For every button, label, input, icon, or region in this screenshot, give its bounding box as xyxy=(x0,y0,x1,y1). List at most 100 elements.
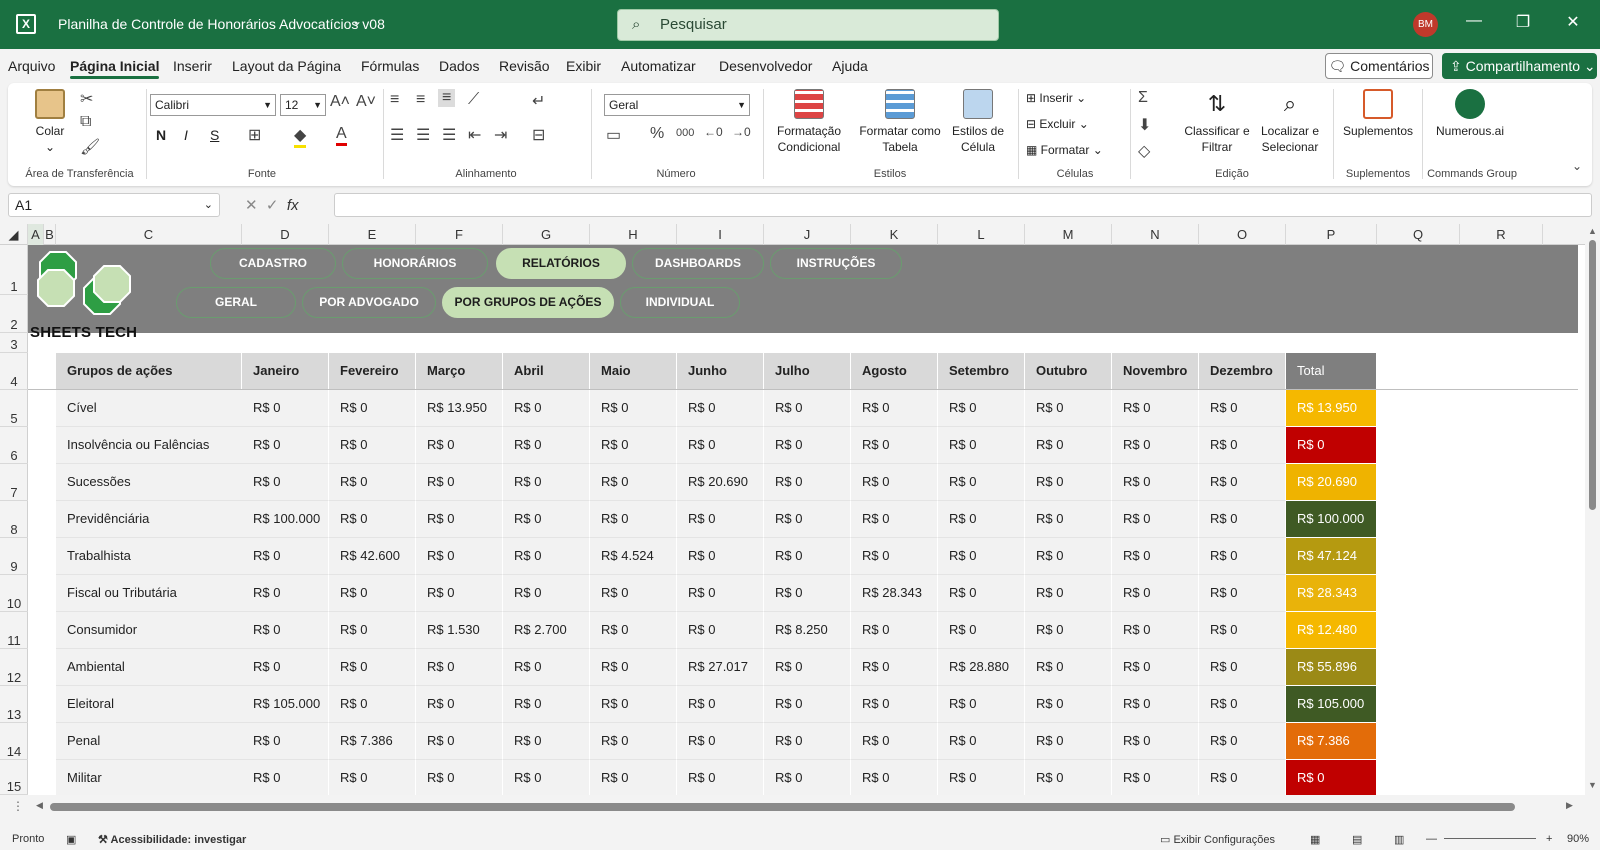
month-value-cell[interactable]: R$ 0 xyxy=(1199,501,1286,538)
month-value-cell[interactable]: R$ 0 xyxy=(590,760,677,795)
month-value-cell[interactable]: R$ 0 xyxy=(1112,686,1199,723)
month-value-cell[interactable]: R$ 0 xyxy=(764,649,851,686)
bold-button[interactable]: N xyxy=(156,127,166,143)
month-value-cell[interactable]: R$ 0 xyxy=(329,427,416,464)
month-value-cell[interactable]: R$ 0 xyxy=(1112,723,1199,760)
month-value-cell[interactable]: R$ 0 xyxy=(1112,760,1199,795)
zoom-level[interactable]: 90% xyxy=(1567,833,1589,845)
grow-font-icon[interactable]: A˄ xyxy=(330,93,350,111)
fill-icon[interactable]: ⬇ xyxy=(1138,115,1151,135)
comments-button[interactable]: 🗨 Comentários xyxy=(1325,53,1433,79)
month-value-cell[interactable]: R$ 0 xyxy=(938,612,1025,649)
avatar[interactable]: BM xyxy=(1413,12,1438,37)
group-cell[interactable]: Militar xyxy=(56,760,242,795)
excel-icon[interactable]: X xyxy=(16,14,36,34)
month-value-cell[interactable]: R$ 0 xyxy=(329,390,416,427)
total-cell[interactable]: R$ 28.343 xyxy=(1286,575,1376,612)
horizontal-scroll-thumb[interactable] xyxy=(50,803,1515,811)
merge-center-icon[interactable]: ⊟ xyxy=(532,125,545,145)
month-value-cell[interactable]: R$ 0 xyxy=(329,464,416,501)
search-box[interactable]: ⌕ Pesquisar xyxy=(617,9,999,41)
sort-filter-button[interactable]: ⇅ Classificar e Filtrar xyxy=(1184,89,1250,155)
month-value-cell[interactable]: R$ 0 xyxy=(242,464,329,501)
month-value-cell[interactable]: R$ 0 xyxy=(329,686,416,723)
col-header-m[interactable]: M xyxy=(1025,224,1112,245)
col-header-l[interactable]: L xyxy=(938,224,1025,245)
month-value-cell[interactable]: R$ 0 xyxy=(242,649,329,686)
scroll-right-icon[interactable]: ▶ xyxy=(1566,800,1573,811)
month-value-cell[interactable]: R$ 0 xyxy=(851,612,938,649)
more-icon[interactable]: ⋮ xyxy=(12,799,24,813)
month-value-cell[interactable]: R$ 28.880 xyxy=(938,649,1025,686)
row-header-2[interactable]: 2 xyxy=(0,295,28,333)
month-value-cell[interactable]: R$ 0 xyxy=(1199,464,1286,501)
month-value-cell[interactable]: R$ 0 xyxy=(1025,575,1112,612)
row-header-12[interactable]: 12 xyxy=(0,649,28,686)
restore-button[interactable]: ❐ xyxy=(1511,12,1535,32)
month-value-cell[interactable]: R$ 0 xyxy=(1025,612,1112,649)
month-value-cell[interactable]: R$ 0 xyxy=(1025,723,1112,760)
month-value-cell[interactable]: R$ 0 xyxy=(416,686,503,723)
total-cell[interactable]: R$ 12.480 xyxy=(1286,612,1376,649)
month-value-cell[interactable]: R$ 0 xyxy=(851,427,938,464)
month-value-cell[interactable]: R$ 0 xyxy=(851,464,938,501)
select-all[interactable]: ◢ xyxy=(0,224,28,245)
wrap-text-icon[interactable]: ↵ xyxy=(532,91,545,111)
month-value-cell[interactable]: R$ 0 xyxy=(416,501,503,538)
month-value-cell[interactable]: R$ 0 xyxy=(416,427,503,464)
menu-dados[interactable]: Dados xyxy=(439,58,479,74)
month-value-cell[interactable]: R$ 0 xyxy=(590,612,677,649)
month-value-cell[interactable]: R$ 0 xyxy=(764,390,851,427)
month-value-cell[interactable]: R$ 0 xyxy=(416,464,503,501)
shrink-font-icon[interactable]: A˅ xyxy=(356,93,376,111)
month-value-cell[interactable]: R$ 0 xyxy=(329,575,416,612)
month-value-cell[interactable]: R$ 0 xyxy=(851,538,938,575)
month-value-cell[interactable]: R$ 0 xyxy=(938,427,1025,464)
row-header-7[interactable]: 7 xyxy=(0,464,28,501)
header-group[interactable]: Grupos de ações xyxy=(56,353,241,389)
menu-automatizar[interactable]: Automatizar xyxy=(621,58,696,74)
col-header-q[interactable]: Q xyxy=(1377,224,1460,245)
insert-cells-button[interactable]: ⊞ Inserir ⌄ xyxy=(1026,91,1086,105)
align-bottom-icon[interactable]: ≡ xyxy=(438,89,456,107)
page-break-icon[interactable]: ▥ xyxy=(1394,833,1404,846)
month-value-cell[interactable]: R$ 0 xyxy=(1025,427,1112,464)
month-value-cell[interactable]: R$ 0 xyxy=(764,464,851,501)
row-header-4[interactable]: 4 xyxy=(0,353,28,390)
month-value-cell[interactable]: R$ 0 xyxy=(1112,575,1199,612)
zoom-out-icon[interactable]: — xyxy=(1426,833,1437,845)
month-value-cell[interactable]: R$ 0 xyxy=(1199,686,1286,723)
name-box[interactable]: A1 ⌄ xyxy=(8,193,220,217)
month-value-cell[interactable]: R$ 27.017 xyxy=(677,649,764,686)
horizontal-scrollbar[interactable]: ⋮ ◀ ▶ xyxy=(0,795,1600,817)
col-header-h[interactable]: H xyxy=(590,224,677,245)
orientation-icon[interactable]: ⟋ xyxy=(468,91,479,109)
align-top-icon[interactable]: ≡ xyxy=(390,91,399,109)
col-header-o[interactable]: O xyxy=(1199,224,1286,245)
italic-button[interactable]: I xyxy=(184,127,188,143)
nav-dashboards[interactable]: DASHBOARDS xyxy=(632,248,764,279)
nav-cadastro[interactable]: CADASTRO xyxy=(210,248,336,279)
group-cell[interactable]: Fiscal ou Tributária xyxy=(56,575,242,612)
number-format-select[interactable]: Geral ▼ xyxy=(604,94,750,116)
numerous-ai-button[interactable]: Numerous.ai xyxy=(1428,89,1512,139)
document-title[interactable]: Planilha de Controle de Honorários Advoc… xyxy=(58,16,385,32)
month-value-cell[interactable]: R$ 0 xyxy=(851,723,938,760)
font-color-icon[interactable]: A xyxy=(336,125,347,146)
fill-color-icon[interactable]: ◆ xyxy=(294,125,307,148)
month-value-cell[interactable]: R$ 0 xyxy=(503,760,590,795)
header-month[interactable]: Fevereiro xyxy=(329,353,415,389)
month-value-cell[interactable]: R$ 0 xyxy=(503,390,590,427)
nav-honorarios[interactable]: HONORÁRIOS xyxy=(342,248,488,279)
total-cell[interactable]: R$ 20.690 xyxy=(1286,464,1376,501)
subnav-por-grupos[interactable]: POR GRUPOS DE AÇÕES xyxy=(442,287,614,318)
row-header-6[interactable]: 6 xyxy=(0,427,28,464)
month-value-cell[interactable]: R$ 0 xyxy=(329,760,416,795)
month-value-cell[interactable]: R$ 0 xyxy=(242,390,329,427)
month-value-cell[interactable]: R$ 0 xyxy=(1025,686,1112,723)
menu-formulas[interactable]: Fórmulas xyxy=(361,58,419,74)
header-month[interactable]: Março xyxy=(416,353,502,389)
group-cell[interactable]: Consumidor xyxy=(56,612,242,649)
format-table-button[interactable]: Formatar como Tabela xyxy=(856,89,944,155)
month-value-cell[interactable]: R$ 0 xyxy=(764,538,851,575)
